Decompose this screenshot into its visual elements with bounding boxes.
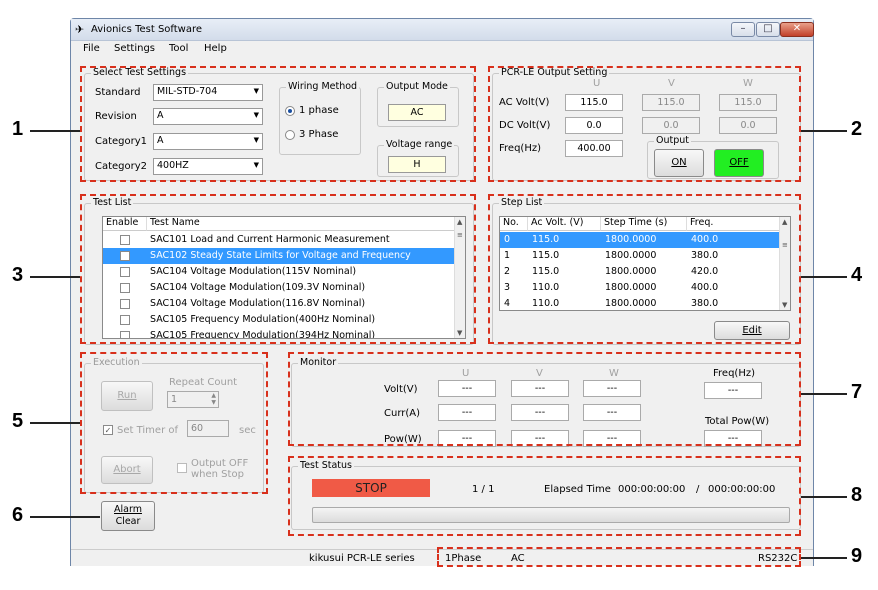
callout-line-5 (30, 422, 80, 424)
callout-line-8 (801, 496, 847, 498)
highlight-box-9 (437, 547, 801, 567)
callout-1: 1 (12, 118, 24, 140)
menu-settings[interactable]: Settings (114, 43, 155, 54)
highlight-box-7 (288, 352, 801, 446)
title-bar: ✈ Avionics Test Software – □ ✕ (71, 19, 814, 41)
menu-tool[interactable]: Tool (169, 43, 188, 54)
airplane-icon: ✈ (75, 23, 85, 36)
menu-file[interactable]: File (83, 43, 100, 54)
callout-4: 4 (851, 264, 863, 286)
callout-line-7 (801, 393, 847, 395)
status-series: kikusui PCR-LE series (309, 553, 415, 564)
close-button[interactable]: ✕ (780, 22, 814, 37)
alarm-clear-button[interactable]: Alarm Clear (101, 501, 155, 531)
callout-line-6 (30, 516, 100, 518)
highlight-box-2 (488, 66, 801, 182)
callout-7: 7 (851, 381, 863, 403)
callout-6: 6 (12, 504, 24, 526)
callout-3: 3 (12, 264, 24, 286)
callout-8: 8 (851, 484, 863, 506)
highlight-box-3 (80, 194, 476, 344)
highlight-box-8 (288, 456, 801, 536)
callout-line-3 (30, 276, 80, 278)
maximize-button[interactable]: □ (756, 22, 780, 37)
menu-bar: File Settings Tool Help (71, 41, 813, 57)
callout-line-2 (801, 130, 847, 132)
callout-line-4 (801, 276, 847, 278)
window-title: Avionics Test Software (91, 24, 203, 35)
menu-help[interactable]: Help (204, 43, 227, 54)
callout-line-9 (801, 557, 847, 559)
highlight-box-5 (80, 352, 268, 494)
highlight-box-1 (80, 66, 476, 182)
callout-line-1 (30, 130, 80, 132)
callout-5: 5 (12, 410, 24, 432)
minimize-button[interactable]: – (731, 22, 755, 37)
callout-2: 2 (851, 118, 863, 140)
highlight-box-4 (488, 194, 801, 344)
callout-9: 9 (851, 545, 863, 567)
